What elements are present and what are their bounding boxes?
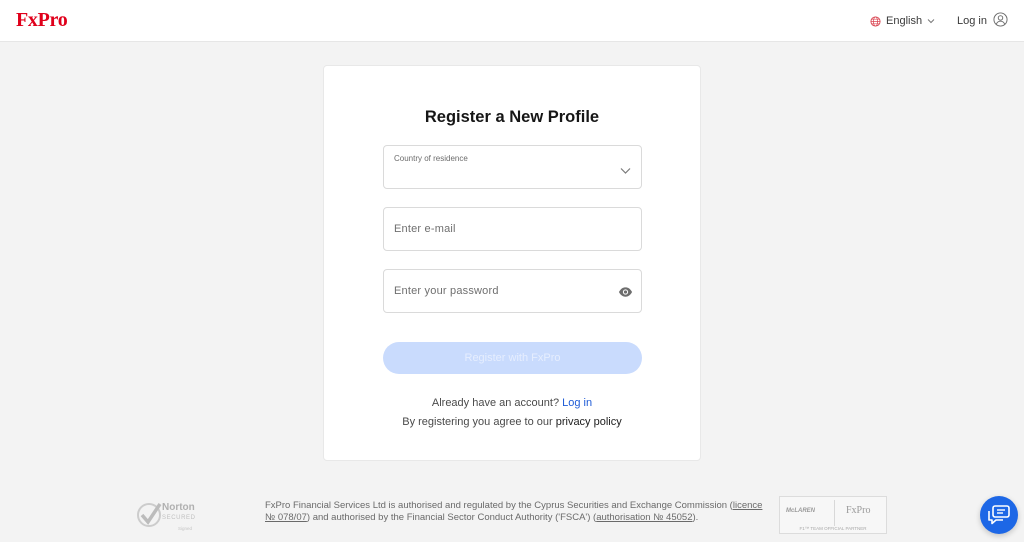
mclaren-logo: McLAREN: [786, 508, 816, 514]
regulatory-text-part1: FxPro Financial Services Ltd is authoris…: [265, 500, 733, 511]
page-title: Register a New Profile: [424, 108, 600, 126]
user-circle-icon: [993, 12, 1008, 30]
have-account-label: Already have an account?: [431, 397, 560, 409]
email-field[interactable]: [384, 208, 641, 250]
privacy-policy-link[interactable]: privacy policy: [556, 416, 622, 428]
norton-badge: Norton SECURED Signed: [136, 496, 208, 534]
country-label: Country of residence: [394, 154, 468, 163]
have-account-text: Already have an account? Log in: [324, 397, 700, 409]
chevron-down-icon[interactable]: [620, 162, 631, 180]
norton-secured: SECURED: [162, 515, 196, 521]
register-button[interactable]: Register with FxPro: [383, 342, 642, 374]
regulatory-text-part3: ).: [692, 512, 699, 523]
header-login-link[interactable]: Log in: [957, 12, 1008, 30]
norton-title: Norton: [162, 502, 195, 513]
chat-button[interactable]: [980, 496, 1018, 534]
mclaren-partner-badge: McLAREN FxPro F1™ TEAM OFFICIAL PARTNER: [779, 496, 887, 534]
chevron-down-icon: [927, 18, 935, 24]
register-card: Register a New Profile Country of reside…: [323, 65, 701, 461]
login-link[interactable]: Log in: [562, 397, 592, 409]
checkmark-icon: [137, 503, 162, 527]
regulatory-text: FxPro Financial Services Ltd is authoris…: [265, 500, 765, 524]
authorisation-link[interactable]: authorisation № 45052: [596, 512, 692, 523]
sponsor-divider: [834, 500, 835, 526]
password-field[interactable]: [384, 270, 641, 312]
header-login-label: Log in: [957, 15, 987, 27]
language-selector[interactable]: English: [870, 13, 935, 29]
sponsor-tagline: F1™ TEAM OFFICIAL PARTNER: [799, 526, 867, 531]
password-field-wrapper: [383, 269, 642, 313]
email-field-wrapper: [383, 207, 642, 251]
eye-icon[interactable]: [618, 285, 633, 303]
fxpro-small-logo: FxPro: [846, 505, 871, 516]
agree-text: By registering you agree to our privacy …: [324, 416, 700, 428]
language-label: English: [886, 15, 923, 27]
chat-icon: [988, 505, 1010, 525]
globe-icon: [870, 15, 881, 27]
norton-sub: Signed: [178, 526, 193, 531]
agree-label: By registering you agree to our: [402, 416, 553, 428]
country-select[interactable]: Country of residence: [383, 145, 642, 189]
regulatory-text-part2: ) and authorised by the Financial Sector…: [306, 512, 597, 523]
top-header: FxPro English Log in: [0, 0, 1024, 42]
fxpro-logo[interactable]: FxPro: [16, 9, 68, 32]
